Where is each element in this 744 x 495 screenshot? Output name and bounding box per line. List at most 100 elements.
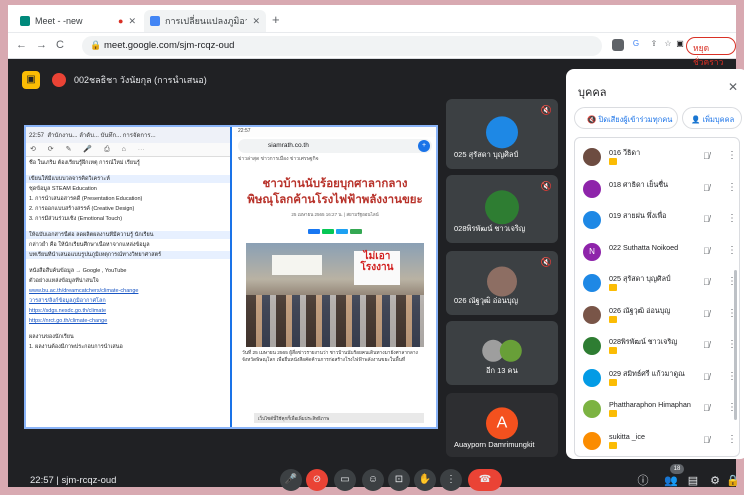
participant-avatar <box>583 305 601 324</box>
participant-tile[interactable]: A Auayporn Damrimungkit <box>446 393 558 457</box>
bookmark-star-icon[interactable]: ☆ <box>662 39 674 51</box>
shared-screen: 22:57 สำนักงาน... ลำดับ... บันทึก... การ… <box>24 125 438 429</box>
sidepanel-icon[interactable]: ▣ <box>674 39 686 51</box>
hand-icon: ✋ <box>418 474 432 485</box>
mic-off-icon[interactable]: 🎙̸ <box>703 277 710 287</box>
forward-arrow-icon[interactable]: → <box>36 39 47 51</box>
doc-line: วารสาร/ลิงก์ข้อมูลภูมิอากาศโลก <box>29 298 106 304</box>
companion-badge-icon <box>609 315 617 323</box>
mic-off-icon[interactable]: 🎙̸ <box>703 151 710 161</box>
more-options-icon[interactable]: ⋮ <box>727 308 737 319</box>
more-options-icon[interactable]: ⋮ <box>727 245 737 256</box>
participant-name: 025 สุรัสดา บุญศิลป์ <box>609 274 671 283</box>
google-extension-icon[interactable]: G <box>630 39 642 51</box>
mic-off-icon[interactable]: 🎙̸ <box>703 246 710 256</box>
news-headline: ชาวบ้านนับร้อยบุกศาลากลาง พิษณุโลกค้านโร… <box>247 176 423 206</box>
close-icon[interactable]: ✕ <box>728 80 738 94</box>
present-button[interactable]: ⊡ <box>388 469 410 491</box>
more-options-icon[interactable]: ⋮ <box>727 371 737 382</box>
raise-hand-button[interactable]: ✋ <box>414 469 436 491</box>
more-options-icon[interactable]: ⋮ <box>727 339 737 350</box>
panel-title: บุคคล <box>578 87 607 99</box>
more-options-icon[interactable]: ⋮ <box>727 213 737 224</box>
end-call-button[interactable]: ☎ <box>468 469 502 491</box>
participant-avatar <box>583 274 601 292</box>
mic-off-icon[interactable]: 🎙̸ <box>703 309 710 319</box>
add-people-button[interactable]: 👤 เพิ่มบุคคล <box>682 107 742 129</box>
more-participants-label: อีก 13 คน <box>486 366 518 375</box>
more-options-icon[interactable]: ⋮ <box>727 276 737 287</box>
participant-name: 026 ณัฐวุฒิ อ่อนบุญ <box>609 305 671 315</box>
mic-off-icon: 🔇 <box>540 257 552 267</box>
companion-badge-icon <box>609 158 617 165</box>
meet-favicon-icon <box>20 16 30 26</box>
activities-button[interactable]: ⚙ <box>706 472 724 490</box>
people-button[interactable]: 👥 <box>662 472 680 490</box>
participant-avatar <box>583 368 601 387</box>
participant-row[interactable]: 026 ณัฐวุฒิ อ่อนบุญ 🎙̸ ⋮ <box>575 300 739 330</box>
mic-off-icon[interactable]: 🎙̸ <box>703 340 710 350</box>
mic-off-icon[interactable]: 🎙̸ <box>703 403 710 413</box>
doc-line: www.bu.ac.th/dreamcatchers/climate-chang… <box>29 288 139 294</box>
participant-tile[interactable]: 🔇 028พิรพัฒน์ ชาวเจริญ <box>446 175 558 243</box>
more-options-icon[interactable]: ⋮ <box>727 150 737 161</box>
lock-button[interactable]: 🔒 <box>724 472 742 490</box>
participant-row[interactable]: 018 ศาธิดา เย็นชื่น 🎙̸ ⋮ <box>575 174 739 204</box>
participant-avatar <box>499 339 522 362</box>
companion-badge-icon <box>609 284 617 291</box>
participant-row[interactable]: 016 วีธิดา 🎙̸ ⋮ <box>575 142 739 172</box>
participant-row[interactable]: Phattharaphon Himaphan 🎙̸ ⋮ <box>575 394 739 424</box>
camera-extension-icon[interactable] <box>612 39 624 51</box>
participant-row[interactable]: 019 สายฝน พึ่งเพื่อ 🎙̸ ⋮ <box>575 205 739 235</box>
reload-icon[interactable]: C <box>56 39 64 51</box>
mic-off-icon[interactable]: 🎙̸ <box>703 372 710 382</box>
share-icon[interactable]: ⇪ <box>648 39 660 51</box>
participant-row[interactable]: 029 สมิทธ์ศรี แก้วมาดูณ 🎙̸ ⋮ <box>575 363 739 393</box>
present-icon: ⊡ <box>394 474 404 485</box>
participant-row[interactable]: 025 สุรัสดา บุญศิลป์ 🎙̸ ⋮ <box>575 268 739 298</box>
chat-button[interactable]: ▤ <box>684 472 702 490</box>
more-participants-tile[interactable]: อีก 13 คน <box>446 321 558 385</box>
url-field[interactable]: 🔒 meet.google.com/sjm-rcqz-oud <box>82 36 602 56</box>
new-tab-button[interactable]: + <box>272 12 280 27</box>
participant-tile[interactable]: 🔇 025 สุรัสดา บุญศิลป์ <box>446 99 558 169</box>
companion-badge-icon <box>609 378 617 386</box>
news-body: วันที่ 25 เมษายน 2565 ผู้สื่อข่าวรายงานว… <box>242 351 418 363</box>
close-tab-icon[interactable]: ✕ <box>128 16 136 27</box>
mic-button[interactable]: 🎤 <box>280 469 302 491</box>
meeting-details-button[interactable]: ⓘ <box>634 472 652 490</box>
participant-row[interactable]: sukitta _ice 🎙̸ ⋮ <box>575 426 739 456</box>
cookie-banner: เว็บไซต์นี้ใช้คุกกี้เพื่อเพิ่มประสิทธิภา… <box>254 413 424 423</box>
captions-button[interactable]: ▭ <box>334 469 356 491</box>
mic-off-icon[interactable]: 🎙̸ <box>703 435 710 445</box>
participant-row[interactable]: 028พิรพัฒน์ ชาวเจริญ 🎙̸ ⋮ <box>575 331 739 361</box>
close-tab-icon[interactable]: ✕ <box>252 16 260 27</box>
browser-tab-bar: Meet - -new ● ✕ การเปลี่ยนแปลงภูมิอากาศข… <box>8 5 736 33</box>
back-arrow-icon[interactable]: ← <box>16 39 27 51</box>
more-options-icon[interactable]: ⋮ <box>727 182 737 193</box>
mic-off-icon[interactable]: 🎙̸ <box>703 183 710 193</box>
news-photo: ไม่เอา โรงงาน <box>246 243 424 347</box>
tab-meet[interactable]: Meet - -new ● ✕ <box>14 10 142 32</box>
people-icon: 👥 <box>664 475 678 487</box>
tab-google-search[interactable]: การเปลี่ยนแปลงภูมิอากาศของโลก ✕ <box>144 10 266 32</box>
more-options-button[interactable]: ⋮ <box>440 469 462 491</box>
more-options-icon[interactable]: ⋮ <box>727 402 737 413</box>
emoji-button[interactable]: ☺ <box>362 469 384 491</box>
participant-name: 028พิรพัฒน์ ชาวเจริญ <box>454 224 526 233</box>
shared-webpage: 22:57 siamrath.co.th + ข่าวล่าสุด ข่าวกา… <box>234 127 436 427</box>
mic-off-icon[interactable]: 🎙̸ <box>703 214 710 224</box>
camera-off-button[interactable]: ⊘ <box>306 469 328 491</box>
url-text: meet.google.com/sjm-rcqz-oud <box>104 40 235 51</box>
crowd <box>246 295 424 347</box>
address-bar-row: ← → C 🔒 meet.google.com/sjm-rcqz-oud G ⇪… <box>8 33 736 67</box>
presentation-icon: ▣ <box>22 71 40 89</box>
doc-line: https://nrct.go.th/climate-change <box>29 318 108 324</box>
mute-all-button[interactable]: 🔇 ปิดเสียงผู้เข้าร่วมทุกคน <box>574 107 678 129</box>
paused-profile-button[interactable]: หยุดชั่วคราว <box>686 37 736 67</box>
google-favicon-icon <box>150 16 160 26</box>
presenter-label: 002ชลธิชา วังนัยกุล (การนำเสนอ) <box>74 75 207 85</box>
more-options-icon[interactable]: ⋮ <box>727 434 737 445</box>
participant-row[interactable]: N 022 Suthatta Noikoed 🎙̸ ⋮ <box>575 237 739 267</box>
participant-tile[interactable]: 🔇 026 ณัฐวุฒิ อ่อนบุญ <box>446 251 558 315</box>
